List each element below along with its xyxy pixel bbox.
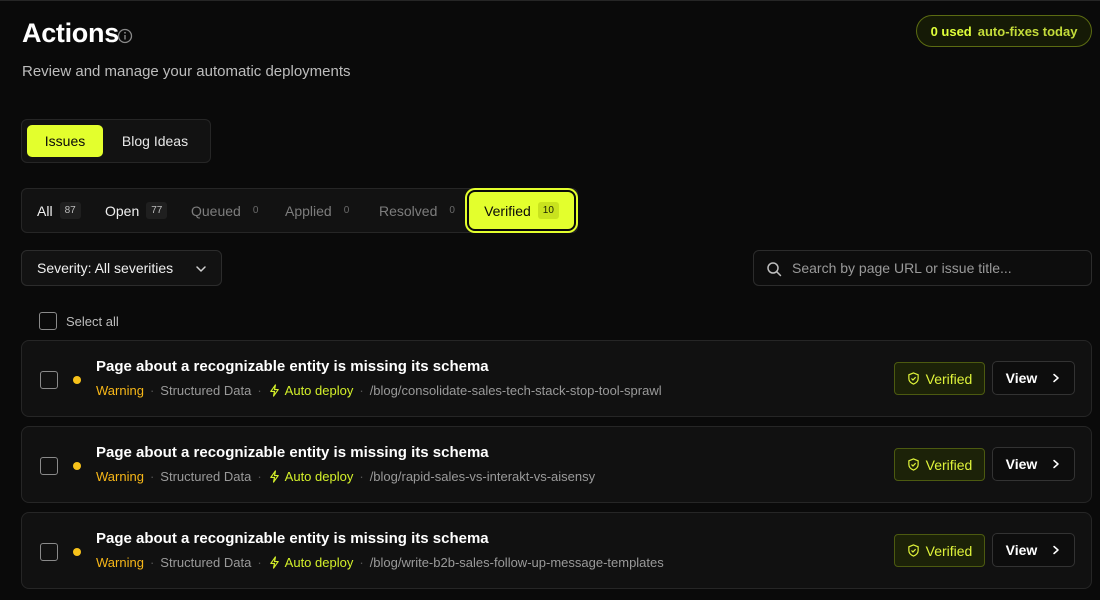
issue-page-path: /blog/consolidate-sales-tech-stack-stop-… — [369, 383, 662, 398]
status-tab-open[interactable]: Open 77 — [105, 189, 168, 232]
meta-separator: · — [257, 469, 262, 484]
severity-dot — [73, 462, 81, 470]
status-tab-count: 77 — [146, 202, 168, 219]
issue-page-path: /blog/rapid-sales-vs-interakt-vs-aisensy — [369, 469, 596, 484]
select-all-checkbox[interactable] — [39, 312, 57, 330]
page-title: Actions — [22, 18, 119, 48]
view-button-label: View — [1005, 370, 1038, 386]
meta-separator: · — [149, 469, 155, 484]
type-tabs: Issues Blog Ideas — [21, 119, 211, 163]
status-tab-label: Open — [105, 202, 140, 219]
meta-separator: · — [257, 555, 262, 570]
issue-title: Page about a recognizable entity is miss… — [96, 530, 489, 547]
verified-status-badge: Verified — [894, 448, 985, 481]
issue-title: Page about a recognizable entity is miss… — [96, 444, 489, 461]
status-tab-all[interactable]: All 87 — [37, 189, 81, 232]
bolt-icon — [269, 556, 279, 569]
auto-deploy-label: Auto deploy — [284, 383, 354, 398]
page-subtitle: Review and manage your automatic deploym… — [22, 63, 351, 80]
status-tab-verified[interactable]: Verified 10 — [467, 190, 576, 231]
meta-separator: · — [149, 555, 155, 570]
status-tab-label: All — [37, 202, 53, 219]
status-filter-tabs: All 87 Open 77 Queued 0 Applied 0 Resolv… — [21, 188, 578, 233]
issue-category: Structured Data — [160, 555, 252, 570]
shield-check-icon — [907, 544, 919, 557]
view-button[interactable]: View — [992, 447, 1075, 481]
select-all-row: Select all — [39, 312, 119, 330]
issue-page-path: /blog/write-b2b-sales-follow-up-message-… — [369, 555, 664, 570]
issue-checkbox[interactable] — [40, 457, 58, 475]
search-icon — [767, 262, 782, 277]
status-tab-count: 0 — [449, 205, 455, 216]
info-icon[interactable] — [117, 28, 133, 44]
status-label: Verified — [925, 370, 973, 387]
tab-blog-ideas[interactable]: Blog Ideas — [110, 125, 200, 157]
status-tab-label: Applied — [285, 202, 332, 219]
status-label: Verified — [925, 542, 973, 559]
auto-deploy-tag: Auto deploy — [268, 469, 354, 484]
chevron-down-icon — [196, 266, 206, 272]
status-tab-count: 0 — [252, 205, 259, 216]
status-tab-queued[interactable]: Queued 0 — [191, 189, 263, 232]
meta-separator: · — [359, 555, 364, 570]
bolt-icon — [269, 384, 279, 397]
search-box — [753, 250, 1092, 286]
shield-check-icon — [907, 458, 919, 471]
issue-checkbox[interactable] — [40, 371, 58, 389]
search-input[interactable] — [792, 251, 1087, 285]
meta-separator: · — [359, 469, 364, 484]
severity-dot — [73, 548, 81, 556]
auto-deploy-tag: Auto deploy — [268, 555, 354, 570]
view-button-label: View — [1005, 542, 1038, 558]
status-tab-label: Resolved — [379, 202, 438, 219]
meta-separator: · — [359, 383, 364, 398]
chevron-right-icon — [1053, 373, 1060, 383]
issue-category: Structured Data — [160, 383, 252, 398]
issue-card: Page about a recognizable entity is miss… — [21, 512, 1092, 589]
verified-status-badge: Verified — [894, 362, 985, 395]
issue-title: Page about a recognizable entity is miss… — [96, 358, 489, 375]
status-tab-label: Queued — [191, 202, 241, 219]
issue-card: Page about a recognizable entity is miss… — [21, 340, 1092, 417]
issue-severity: Warning — [96, 469, 144, 484]
bolt-icon — [269, 470, 279, 483]
chevron-right-icon — [1053, 545, 1060, 555]
severity-dot — [73, 376, 81, 384]
status-tab-applied[interactable]: Applied 0 — [285, 189, 354, 232]
issue-severity: Warning — [96, 555, 144, 570]
issue-meta: Warning · Structured Data · Auto deploy … — [96, 555, 664, 570]
status-tab-resolved[interactable]: Resolved 0 — [379, 189, 460, 232]
issue-severity: Warning — [96, 383, 144, 398]
shield-check-icon — [907, 372, 919, 385]
severity-filter-dropdown[interactable]: Severity: All severities — [21, 250, 222, 286]
select-all-label: Select all — [66, 313, 119, 329]
view-button[interactable]: View — [992, 361, 1075, 395]
meta-separator: · — [149, 383, 155, 398]
tab-issues[interactable]: Issues — [27, 125, 103, 157]
status-tab-count: 87 — [59, 202, 81, 219]
auto-deploy-tag: Auto deploy — [268, 383, 354, 398]
status-tab-count: 0 — [343, 205, 350, 216]
auto-deploy-label: Auto deploy — [284, 555, 354, 570]
issue-meta: Warning · Structured Data · Auto deploy … — [96, 469, 595, 484]
view-button[interactable]: View — [992, 533, 1075, 567]
status-label: Verified — [925, 456, 973, 473]
view-button-label: View — [1005, 456, 1038, 472]
status-tab-label: Verified — [484, 202, 531, 219]
auto-fix-usage-badge: 0 used auto-fixes today — [916, 15, 1092, 47]
usage-label: auto-fixes today — [977, 23, 1078, 39]
usage-count: 0 used — [930, 23, 972, 39]
issue-meta: Warning · Structured Data · Auto deploy … — [96, 383, 662, 398]
verified-status-badge: Verified — [894, 534, 985, 567]
issue-card: Page about a recognizable entity is miss… — [21, 426, 1092, 503]
chevron-right-icon — [1053, 459, 1060, 469]
top-border — [0, 0, 1100, 1]
auto-deploy-label: Auto deploy — [284, 469, 354, 484]
issue-checkbox[interactable] — [40, 543, 58, 561]
severity-filter-label: Severity: All severities — [37, 260, 174, 276]
issue-category: Structured Data — [160, 469, 252, 484]
status-tab-count: 10 — [537, 202, 559, 219]
meta-separator: · — [257, 383, 262, 398]
